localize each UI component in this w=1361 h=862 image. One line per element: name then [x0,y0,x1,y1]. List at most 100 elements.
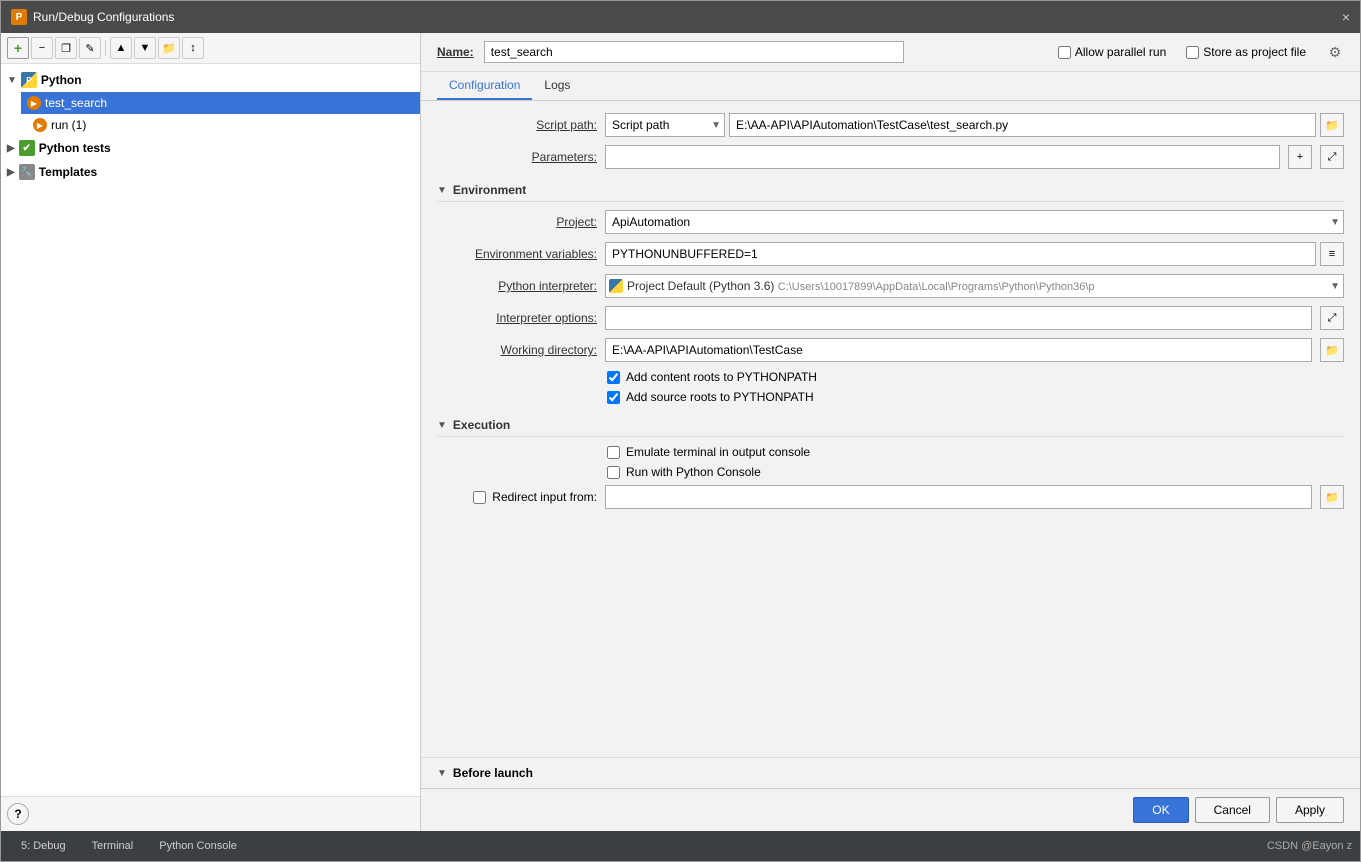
before-launch-section: ▼ Before launch [421,757,1360,788]
configuration-tree: ▼ P Python ▶ test_search ▶ run (1 [1,64,420,796]
move-down-button[interactable]: ▼ [134,37,156,59]
add-content-roots-checkbox[interactable] [607,371,620,384]
parameters-expand-button[interactable]: ⤢ [1320,145,1344,169]
tab-configuration[interactable]: Configuration [437,72,532,100]
emulate-terminal-label[interactable]: Emulate terminal in output console [626,445,810,459]
interpreter-options-label: Interpreter options: [437,311,597,325]
redirect-input-checkbox[interactable] [473,491,486,504]
python-subitems: ▶ test_search ▶ run (1) [1,92,420,136]
parameters-label: Parameters: [437,150,597,164]
project-row: Project: ApiAutomation ▼ [437,210,1344,234]
templates-label: Templates [39,165,97,179]
remove-config-button[interactable]: − [31,37,53,59]
script-path-browse-button[interactable]: 📁 [1320,113,1344,137]
copy-config-button[interactable]: ❐ [55,37,77,59]
script-path-label: Script path: [437,118,597,132]
terminal-tab[interactable]: Terminal [80,836,146,856]
tab-logs[interactable]: Logs [532,72,582,100]
move-up-button[interactable]: ▲ [110,37,132,59]
script-type-select[interactable]: Script path [605,113,725,137]
title-bar-left: P Run/Debug Configurations [11,9,174,25]
execution-section-label: Execution [453,418,510,432]
add-content-roots-label[interactable]: Add content roots to PYTHONPATH [626,370,817,384]
tree-item-test-search[interactable]: ▶ test_search [21,92,420,114]
config-body: Script path: Script path ▼ 📁 [421,101,1360,757]
parameters-input[interactable] [605,145,1280,169]
interpreter-select-wrapper: ▼ Project Default (Python 3.6) C:\Users\… [605,274,1344,298]
project-select-wrapper: ApiAutomation ▼ [605,210,1344,234]
add-source-roots-label[interactable]: Add source roots to PYTHONPATH [626,390,814,404]
python-group-label: Python [41,73,82,87]
interpreter-options-row: Interpreter options: ⤢ [437,306,1344,330]
add-config-button[interactable]: + [7,37,29,59]
execution-section-header[interactable]: ▼ Execution [437,412,1344,437]
store-as-project-checkbox[interactable] [1186,46,1199,59]
interpreter-options-input[interactable] [605,306,1312,330]
interpreter-select[interactable] [605,274,1344,298]
name-row: Name: Allow parallel run Store as projec… [421,33,1360,72]
before-launch-label: Before launch [453,766,533,780]
python-group-header[interactable]: ▼ P Python [1,68,420,92]
interpreter-row: Python interpreter: ▼ Project Default (P… [437,274,1344,298]
run-debug-dialog: P Run/Debug Configurations × + − ❐ ✎ ▲ ▼… [0,0,1361,862]
env-vars-edit-button[interactable]: ≡ [1320,242,1344,266]
run-icon-test-search: ▶ [27,96,41,110]
gear-button[interactable]: ⚙ [1326,43,1344,61]
toolbar-separator [105,40,106,56]
dialog-title: Run/Debug Configurations [33,10,174,24]
emulate-terminal-row: Emulate terminal in output console [437,445,1344,459]
allow-parallel-run-checkbox[interactable] [1058,46,1071,59]
python-tests-icon: ✔ [19,140,35,156]
before-launch-header[interactable]: ▼ Before launch [437,766,1344,780]
redirect-input-label[interactable]: Redirect input from: [492,490,597,504]
run-with-python-console-checkbox[interactable] [607,466,620,479]
python-tests-label: Python tests [39,141,111,155]
working-dir-input[interactable] [605,338,1312,362]
templates-group[interactable]: ▶ 🔧 Templates [1,160,420,184]
cancel-button[interactable]: Cancel [1195,797,1270,823]
debug-tab[interactable]: 5: Debug [9,836,78,856]
interpreter-wrapper: ▼ Project Default (Python 3.6) C:\Users\… [605,274,1344,298]
project-select[interactable]: ApiAutomation [605,210,1344,234]
apply-button[interactable]: Apply [1276,797,1344,823]
right-panel: Name: Allow parallel run Store as projec… [421,33,1360,831]
script-path-input[interactable] [729,113,1316,137]
help-button[interactable]: ? [7,803,29,825]
environment-chevron: ▼ [437,185,447,196]
run-icon-run: ▶ [33,118,47,132]
emulate-terminal-checkbox[interactable] [607,446,620,459]
store-as-project-label[interactable]: Store as project file [1186,45,1306,59]
tree-item-run[interactable]: ▶ run (1) [21,114,420,136]
parameters-plus-button[interactable]: + [1288,145,1312,169]
redirect-input-left: Redirect input from: [437,490,597,504]
folder-button[interactable]: 📁 [158,37,180,59]
script-path-row: Script path: Script path ▼ 📁 [437,113,1344,137]
close-button[interactable]: × [1342,9,1350,25]
redirect-input-field[interactable] [605,485,1312,509]
python-console-tab[interactable]: Python Console [147,836,249,856]
add-source-roots-row: Add source roots to PYTHONPATH [437,390,1344,404]
status-right: CSDN @Eayon z [1267,840,1352,852]
left-panel-bottom: ? [1,796,420,831]
tree-item-test-search-label: test_search [45,96,107,110]
add-source-roots-checkbox[interactable] [607,391,620,404]
interpreter-py-icon [609,279,623,293]
interpreter-options-expand-button[interactable]: ⤢ [1320,306,1344,330]
run-with-python-console-label[interactable]: Run with Python Console [626,465,761,479]
environment-section-label: Environment [453,183,526,197]
redirect-input-browse-button[interactable]: 📁 [1320,485,1344,509]
environment-section-header[interactable]: ▼ Environment [437,177,1344,202]
python-group: ▼ P Python ▶ test_search ▶ run (1 [1,68,420,136]
main-content: + − ❐ ✎ ▲ ▼ 📁 ↕ ▼ P Python [1,33,1360,831]
python-tests-chevron: ▶ [7,143,15,154]
working-dir-label: Working directory: [437,343,597,357]
name-input[interactable] [484,41,904,63]
edit-config-button[interactable]: ✎ [79,37,101,59]
ok-button[interactable]: OK [1133,797,1188,823]
working-dir-browse-button[interactable]: 📁 [1320,338,1344,362]
env-vars-input[interactable] [605,242,1316,266]
tree-item-run-label: run (1) [51,118,86,132]
python-tests-group[interactable]: ▶ ✔ Python tests [1,136,420,160]
allow-parallel-run-label[interactable]: Allow parallel run [1058,45,1166,59]
sort-button[interactable]: ↕ [182,37,204,59]
